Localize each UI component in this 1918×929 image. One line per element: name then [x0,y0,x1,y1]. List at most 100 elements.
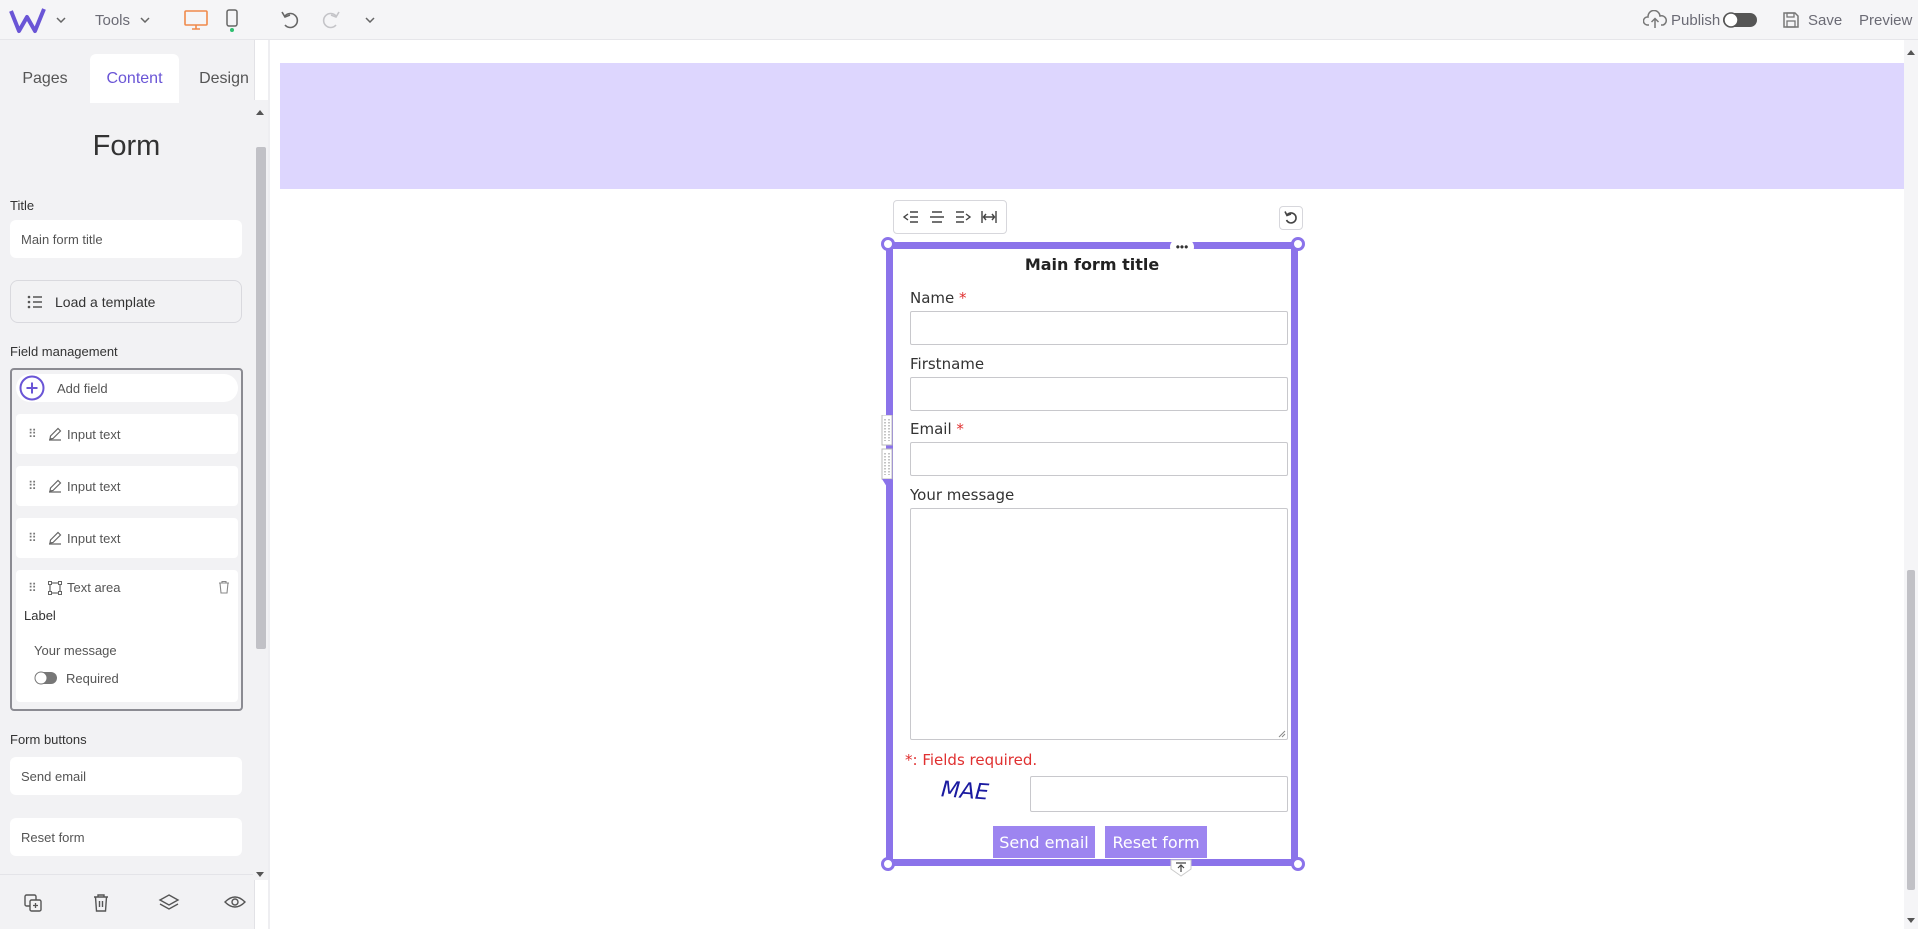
publish-toggle[interactable] [1722,11,1758,29]
title-input[interactable]: Main form title [10,220,242,258]
stretch-width-icon[interactable] [980,209,998,225]
preview-button[interactable]: Preview [1859,9,1912,31]
list-item[interactable]: ⠿ Input text [16,466,238,506]
field-management-label: Field management [10,344,118,359]
more-chevron-icon[interactable] [363,12,377,28]
tools-menu[interactable]: Tools [95,10,150,30]
side-drag-handle[interactable] [881,415,893,495]
banner-section[interactable] [280,63,1904,189]
align-left-icon[interactable] [902,209,920,225]
message-textarea[interactable] [910,508,1288,740]
pencil-icon [48,427,62,441]
send-email-input[interactable]: Send email [10,757,242,795]
tools-label: Tools [95,11,131,29]
required-mark: * [959,289,967,307]
mobile-view-icon[interactable] [224,8,240,32]
desktop-view-icon[interactable] [183,9,209,31]
sidebar-tabs: Pages Content Design [0,54,253,103]
save-button[interactable]: Save [1781,9,1842,31]
layers-icon[interactable] [158,893,180,913]
send-email-value: Send email [21,768,87,784]
preview-label: Preview [1859,11,1913,29]
align-right-icon[interactable] [954,209,972,225]
message-label: Your message [910,486,1014,504]
undo-icon[interactable] [279,9,303,31]
logo-menu-chevron-icon[interactable] [54,12,68,28]
panel-title: Form [92,130,161,162]
top-toolbar: Tools Publish Save Preview [0,0,1918,40]
canvas-scroll-down-icon[interactable] [1907,918,1915,923]
required-toggle[interactable]: Required [34,670,119,686]
scroll-down-arrow-icon[interactable] [256,872,264,877]
form-buttons-label: Form buttons [10,732,87,747]
drag-handle-icon[interactable]: ⠿ [28,531,38,545]
duplicate-icon[interactable] [23,893,43,913]
reset-icon[interactable] [1279,206,1303,230]
list-item[interactable]: ⠿ Input text [16,414,238,454]
tab-design[interactable]: Design [179,54,269,103]
list-item-expanded[interactable]: ⠿ Text area Label Your message Required [16,570,238,702]
tab-design-label: Design [199,69,249,87]
required-mark: * [956,420,964,438]
drag-handle-icon[interactable]: ⠿ [28,427,38,441]
resize-knob-bottom-right[interactable] [1291,857,1305,871]
firstname-label-text: Firstname [910,355,985,373]
canvas-scroll-thumb[interactable] [1907,570,1915,890]
resize-knob-bottom-left[interactable] [881,857,895,871]
plus-circle-icon [19,375,45,401]
delete-icon[interactable] [92,893,110,913]
form-block[interactable]: Main form title Name * Firstname Email *… [881,239,1298,877]
name-input[interactable] [910,311,1288,345]
trash-icon[interactable] [218,580,230,594]
tab-content[interactable]: Content [90,54,179,103]
tab-pages[interactable]: Pages [0,54,90,103]
sidebar-footer [0,874,253,929]
reset-form-button[interactable]: Reset form [1105,826,1207,858]
reset-form-input[interactable]: Reset form [10,818,242,856]
bottom-insert-icon[interactable] [1169,859,1193,877]
alignment-toolbar [893,200,1007,234]
list-item[interactable]: ⠿ Input text [16,518,238,558]
publish-button[interactable]: Publish [1643,9,1720,31]
toggle-switch-icon [34,670,58,686]
email-input[interactable] [910,442,1288,476]
app-logo[interactable] [8,5,48,35]
name-label-text: Name [910,289,955,307]
field-type-label: Text area [67,580,121,595]
left-sidebar: Pages Content Design Form Title Main for… [0,40,255,929]
captcha-input[interactable] [1030,776,1288,812]
field-type-label: Input text [67,478,121,494]
tools-chevron-icon [140,17,150,23]
send-email-button[interactable]: Send email [993,826,1095,858]
block-more-icon[interactable]: ••• [1170,239,1194,255]
sidebar-scrollbar[interactable] [254,100,268,880]
align-center-icon[interactable] [928,209,946,225]
add-field-label: Add field [57,380,108,396]
captcha-image: MAE [940,777,990,806]
label-heading: Label [24,608,56,623]
message-label-text: Your message [910,486,1015,504]
resize-grip-icon[interactable] [1278,730,1286,738]
tab-pages-label: Pages [22,69,68,87]
name-label: Name * [910,289,967,307]
sidebar-scroll-thumb[interactable] [256,147,266,649]
label-value-input[interactable]: Your message [34,643,117,658]
firstname-input[interactable] [910,377,1288,411]
redo-icon[interactable] [318,9,342,31]
email-label: Email * [910,420,964,438]
eye-icon[interactable] [224,894,246,910]
load-template-button[interactable]: Load a template [10,280,242,323]
canvas-scroll-up-icon[interactable] [1907,50,1915,55]
resize-knob-top-right[interactable] [1291,237,1305,251]
drag-handle-icon[interactable]: ⠿ [28,581,38,595]
field-type-label: Input text [67,426,121,442]
text-area-icon [48,580,62,595]
resize-knob-top-left[interactable] [881,237,895,251]
save-disk-icon [1781,10,1801,30]
pencil-icon [48,531,62,545]
scroll-up-arrow-icon[interactable] [256,110,264,115]
upload-cloud-icon [1643,10,1667,30]
add-field-button[interactable]: Add field [16,374,238,402]
drag-handle-icon[interactable]: ⠿ [28,479,38,493]
canvas-scrollbar[interactable] [1904,40,1918,929]
